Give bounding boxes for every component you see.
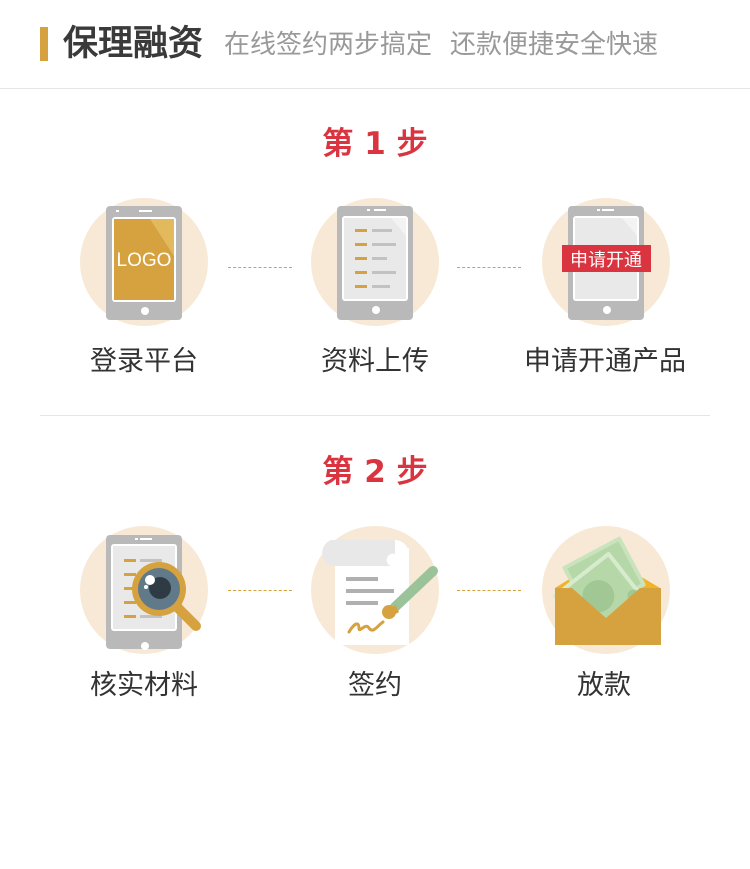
step-label-login: 登录平台	[90, 346, 198, 377]
contract-pen-icon	[311, 526, 439, 654]
step-label-upload: 资料上传	[321, 346, 429, 377]
page-title: 保理融资	[63, 24, 204, 64]
tablet-apply-icon: 申请开通	[542, 198, 670, 326]
header-subtitle-2: 还款便捷安全快速	[450, 30, 659, 60]
step-1-title: 第 1 步	[322, 126, 428, 162]
tablet-document-icon	[311, 198, 439, 326]
step-label-verify: 核实材料	[90, 670, 198, 701]
step-label-sign: 签约	[348, 670, 402, 701]
tablet-logo-icon: LOGO	[80, 198, 208, 326]
step-1-connector-2	[457, 267, 521, 268]
page-header: 保理融资 在线签约两步搞定 还款便捷安全快速	[0, 0, 750, 89]
apply-tag-text: 申请开通	[570, 250, 642, 271]
money-envelope-icon	[542, 526, 670, 654]
logo-text: LOGO	[117, 250, 172, 271]
step-2-connector-2	[457, 590, 521, 591]
step-label-apply: 申请开通产品	[524, 346, 686, 377]
step-label-loan: 放款	[577, 670, 631, 701]
step-2-title: 第 2 步	[322, 454, 428, 490]
header-subtitle-1: 在线签约两步搞定	[224, 30, 433, 60]
header-accent-bar	[40, 27, 48, 61]
step-1-connector-1	[228, 267, 292, 268]
step-2-connector-1	[228, 590, 292, 591]
section-divider	[40, 415, 710, 416]
magnifier-tablet-icon	[80, 526, 208, 654]
